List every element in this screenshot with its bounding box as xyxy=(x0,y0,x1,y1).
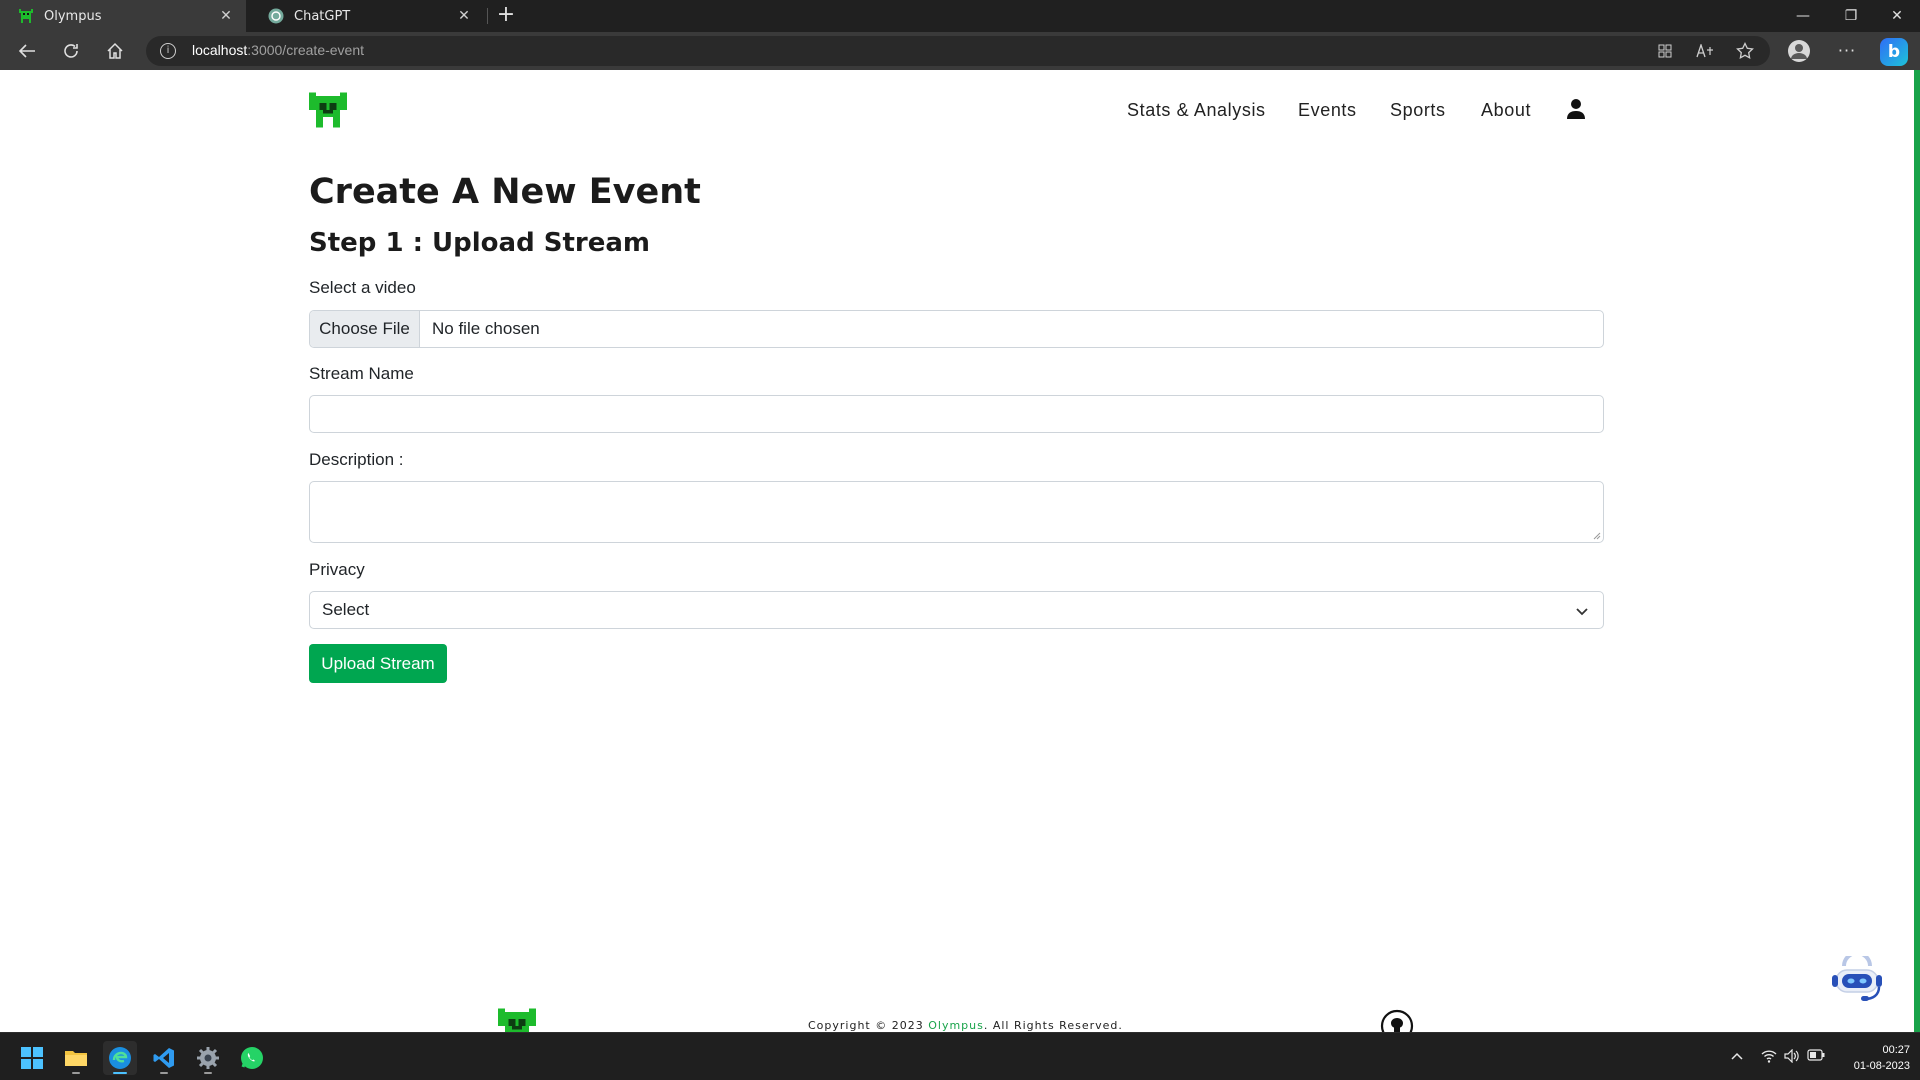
privacy-label: Privacy xyxy=(309,560,365,579)
profile-avatar-icon[interactable] xyxy=(1788,40,1810,62)
page-title: Create A New Event xyxy=(309,172,701,212)
tab-separator xyxy=(487,8,488,24)
browser-tab-bar: Olympus ✕ ChatGPT ✕ + — ❐ ✕ xyxy=(0,0,1920,32)
browser-toolbar: i localhost:3000/create-event ··· b xyxy=(0,32,1920,70)
wifi-icon[interactable] xyxy=(1760,1049,1778,1065)
settings-more-button[interactable]: ··· xyxy=(1832,37,1862,65)
running-indicator xyxy=(72,1072,80,1074)
close-window-button[interactable]: ✕ xyxy=(1874,0,1920,32)
url-text[interactable]: localhost:3000/create-event xyxy=(192,42,364,58)
battery-icon[interactable] xyxy=(1807,1049,1825,1065)
github-icon[interactable] xyxy=(1380,1009,1414,1032)
nav-sports[interactable]: Sports xyxy=(1390,100,1446,124)
tab-close-icon[interactable]: ✕ xyxy=(218,8,234,24)
refresh-icon xyxy=(64,44,78,58)
user-account-icon[interactable] xyxy=(1566,98,1586,120)
active-indicator xyxy=(113,1072,127,1074)
page-viewport: Stats & Analysis Events Sports About Cre… xyxy=(0,70,1906,1032)
vscode-icon[interactable] xyxy=(147,1041,181,1075)
clock-date: 01-08-2023 xyxy=(1853,1060,1910,1072)
home-icon xyxy=(107,42,123,59)
tab-olympus[interactable]: Olympus ✕ xyxy=(0,0,246,32)
stream-name-label: Stream Name xyxy=(309,364,414,383)
resize-handle-icon[interactable] xyxy=(1593,532,1601,540)
step-heading: Step 1 : Upload Stream xyxy=(309,228,650,258)
apps-icon[interactable] xyxy=(1654,41,1676,61)
footer-olympus-logo-icon[interactable] xyxy=(498,1008,536,1032)
tab-chatgpt[interactable]: ChatGPT ✕ xyxy=(250,0,484,32)
privacy-selected-value: Select xyxy=(322,600,370,619)
footer-copyright: Copyright © 2023 Olympus. All Rights Res… xyxy=(808,1019,1123,1032)
description-textarea[interactable] xyxy=(309,481,1604,543)
read-aloud-icon[interactable] xyxy=(1694,41,1716,61)
nav-events[interactable]: Events xyxy=(1298,100,1357,124)
video-file-input[interactable]: Choose File No file chosen xyxy=(309,310,1604,348)
restore-button[interactable]: ❐ xyxy=(1828,0,1874,32)
minimize-button[interactable]: — xyxy=(1780,0,1826,32)
chatgpt-favicon-icon xyxy=(268,8,284,24)
scrollbar-track[interactable] xyxy=(1906,70,1914,1032)
system-clock[interactable]: 00:27 01-08-2023 xyxy=(1830,1042,1910,1074)
description-label: Description : xyxy=(309,450,404,469)
volume-icon[interactable] xyxy=(1783,1048,1801,1065)
refresh-button[interactable] xyxy=(56,37,86,65)
privacy-select[interactable]: Select xyxy=(309,591,1604,629)
site-info-icon[interactable]: i xyxy=(160,43,176,59)
page-right-accent xyxy=(1914,70,1920,1032)
video-label: Select a video xyxy=(309,278,416,297)
tab-title: ChatGPT xyxy=(294,8,351,24)
windows-taskbar: 00:27 01-08-2023 xyxy=(0,1032,1920,1080)
stream-name-input[interactable] xyxy=(309,395,1604,433)
favorite-star-icon[interactable] xyxy=(1734,41,1756,61)
tab-close-icon[interactable]: ✕ xyxy=(456,8,472,24)
clock-time: 00:27 xyxy=(1882,1044,1910,1056)
upload-stream-button[interactable]: Upload Stream xyxy=(309,644,447,683)
edge-icon[interactable] xyxy=(103,1041,137,1075)
new-tab-button[interactable]: + xyxy=(494,4,518,28)
file-status-text: No file chosen xyxy=(432,319,540,338)
chatbot-assistant-icon[interactable] xyxy=(1830,951,1884,1004)
running-indicator xyxy=(160,1072,168,1074)
footer-brand-link[interactable]: Olympus xyxy=(928,1019,984,1032)
chevron-down-icon xyxy=(1576,608,1588,616)
home-button[interactable] xyxy=(100,37,130,65)
tab-title: Olympus xyxy=(44,8,102,24)
olympus-logo-icon[interactable] xyxy=(309,92,347,128)
show-hidden-icons-chevron-up-icon[interactable] xyxy=(1728,1049,1746,1065)
choose-file-button[interactable]: Choose File xyxy=(310,311,420,347)
settings-icon[interactable] xyxy=(191,1041,225,1075)
nav-stats-analysis[interactable]: Stats & Analysis xyxy=(1127,100,1266,124)
bing-copilot-icon[interactable]: b xyxy=(1880,38,1908,66)
address-bar[interactable]: i localhost:3000/create-event xyxy=(146,36,1770,66)
olympus-favicon-icon xyxy=(18,8,34,24)
start-icon[interactable] xyxy=(15,1041,49,1075)
back-button[interactable] xyxy=(12,37,42,65)
nav-about[interactable]: About xyxy=(1481,100,1531,124)
file-explorer-icon[interactable] xyxy=(59,1041,93,1075)
back-arrow-icon xyxy=(18,44,35,58)
running-indicator xyxy=(204,1072,212,1074)
whatsapp-icon[interactable] xyxy=(235,1041,269,1075)
